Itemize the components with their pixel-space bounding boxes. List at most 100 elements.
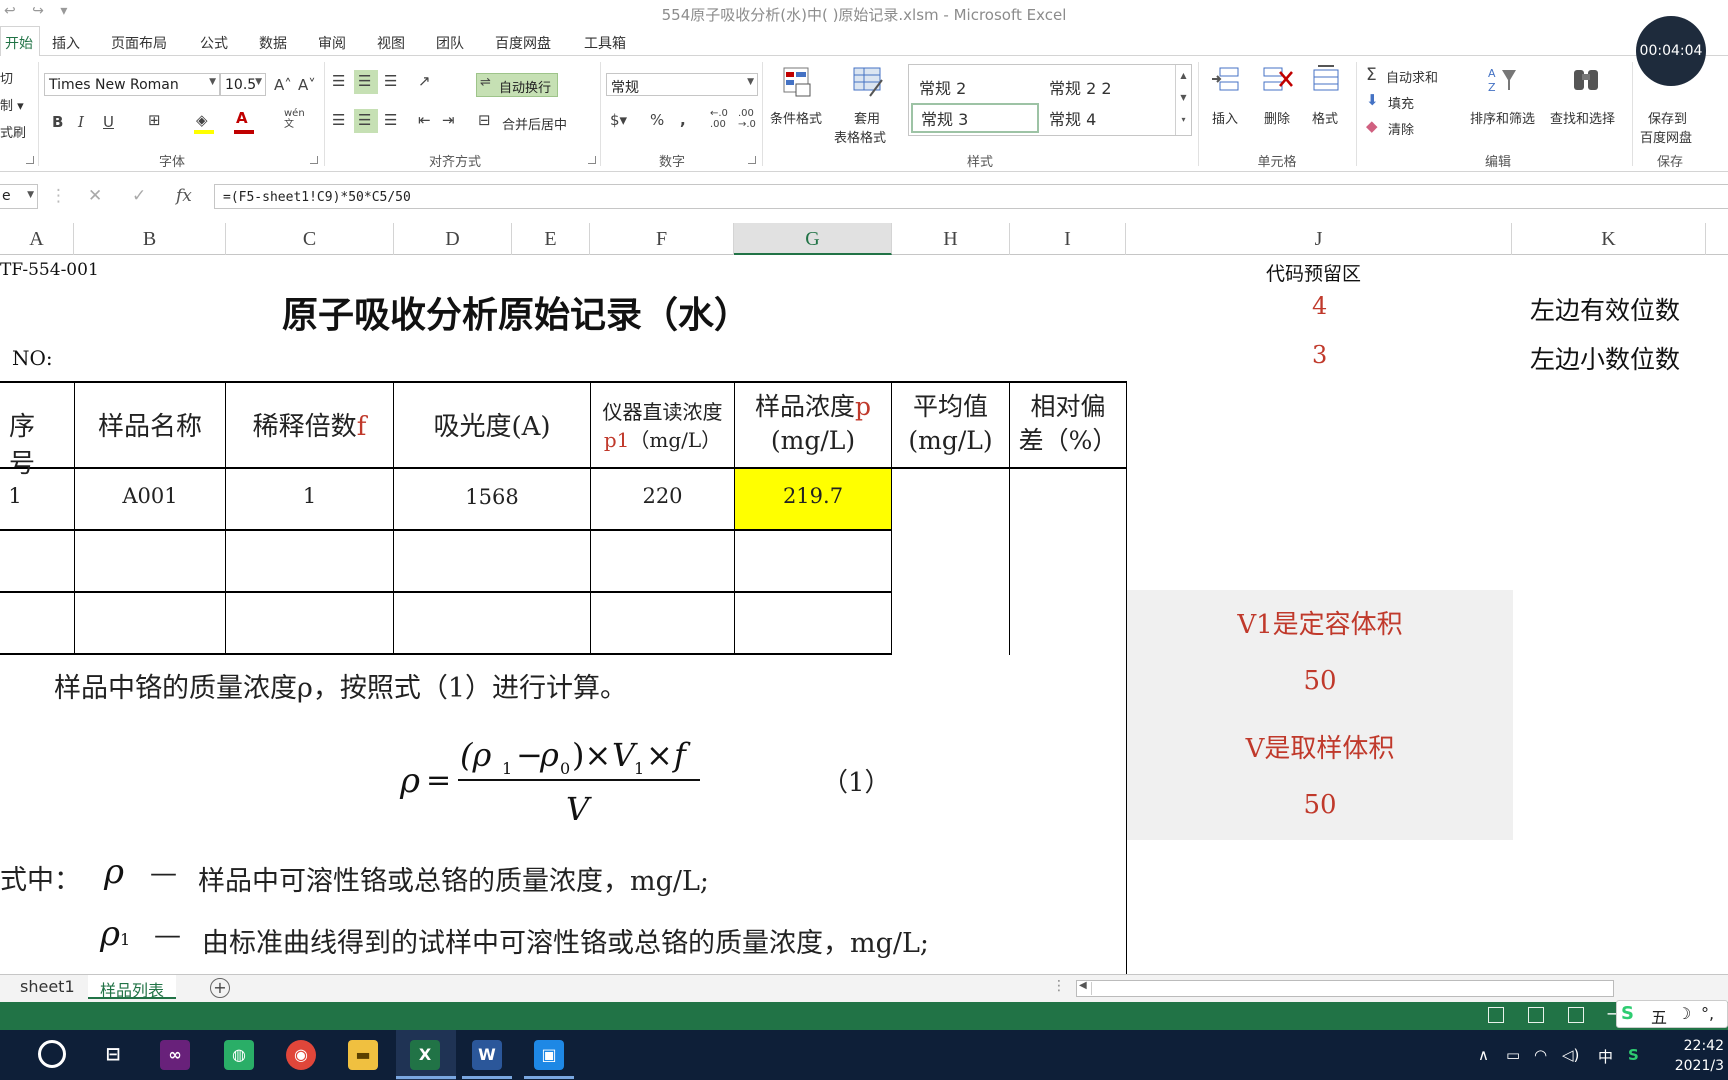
volume-icon[interactable]: ◁): [1562, 1046, 1579, 1064]
cut-button[interactable]: 切: [0, 68, 13, 87]
fill-button[interactable]: 填充: [1388, 93, 1414, 112]
col-header-i[interactable]: I: [1010, 223, 1126, 255]
cell-seq[interactable]: 1: [0, 484, 30, 508]
currency-icon[interactable]: $▾: [610, 111, 627, 129]
col-header-d[interactable]: D: [394, 223, 512, 255]
tab-toolbox[interactable]: 工具箱: [584, 33, 626, 53]
moon-icon[interactable]: ☽: [1677, 1004, 1691, 1023]
file-explorer-icon[interactable]: ▬: [348, 1040, 378, 1070]
clock[interactable]: 22:42 2021/3: [1675, 1036, 1724, 1076]
cell-dilution[interactable]: 1: [226, 484, 393, 508]
visual-studio-icon[interactable]: ∞: [160, 1040, 190, 1070]
task-view-icon[interactable]: ⊟: [98, 1040, 128, 1070]
tab-formulas[interactable]: 公式: [200, 33, 228, 53]
style-normal-3[interactable]: 常规 3: [911, 103, 1039, 133]
worksheet[interactable]: TF-554-001 代码预留区 原子吸收分析原始记录（水） 4 左边有效位数 …: [0, 256, 1728, 974]
scroll-left-icon[interactable]: ◀: [1079, 980, 1087, 991]
tab-review[interactable]: 审阅: [318, 33, 346, 53]
fill-color-icon[interactable]: ◈: [196, 111, 208, 129]
format-button[interactable]: 格式: [1312, 108, 1338, 127]
gallery-scroll[interactable]: ▲ ▼ ▾: [1175, 65, 1191, 135]
col-header-e[interactable]: E: [512, 223, 590, 255]
wechat-icon[interactable]: ◍: [224, 1040, 254, 1070]
number-format-select[interactable]: 常规 ▼: [606, 73, 758, 96]
format-painter-button[interactable]: 式刷: [0, 122, 26, 141]
style-normal-2[interactable]: 常规 2: [919, 75, 966, 99]
tray-chevron-icon[interactable]: ∧: [1478, 1046, 1489, 1064]
chrome-icon[interactable]: ◉: [286, 1040, 316, 1070]
percent-button[interactable]: %: [650, 111, 664, 129]
font-launcher-icon[interactable]: [310, 156, 318, 164]
tab-splitter-icon[interactable]: ⋮: [1052, 978, 1066, 994]
align-top-icon[interactable]: ☰: [332, 72, 345, 90]
ime-language[interactable]: 中: [1598, 1046, 1613, 1067]
recording-timer[interactable]: 00:04:04: [1636, 16, 1706, 86]
decrease-decimal-icon[interactable]: .00 →.0: [738, 108, 756, 130]
insert-function-icon[interactable]: fx: [176, 186, 192, 206]
tab-home[interactable]: 开始: [0, 26, 40, 57]
cell-conc[interactable]: 219.7: [735, 484, 891, 508]
sort-filter-button[interactable]: 排序和筛选: [1470, 108, 1535, 127]
shrink-font-icon[interactable]: A˅: [298, 76, 316, 94]
cell-direct[interactable]: 220: [591, 484, 734, 508]
decrease-indent-icon[interactable]: ⇤: [418, 111, 431, 129]
font-size-select[interactable]: 10.5 ▼: [220, 73, 266, 96]
ime-toolbar[interactable]: S 五 ☽ °,: [1616, 1000, 1728, 1028]
wifi-icon[interactable]: ◠: [1534, 1046, 1547, 1064]
style-normal-4[interactable]: 常规 4: [1049, 106, 1096, 130]
sheet-tab-sample-list[interactable]: 样品列表: [88, 975, 177, 1000]
excel-icon[interactable]: X: [410, 1040, 440, 1070]
align-right-icon[interactable]: ☰: [384, 111, 397, 129]
clipboard-launcher-icon[interactable]: [26, 156, 34, 164]
font-name-select[interactable]: Times New Roman ▼: [44, 73, 220, 96]
align-center-icon[interactable]: ☰: [358, 111, 371, 129]
style-normal-2-2[interactable]: 常规 2 2: [1049, 75, 1112, 99]
delete-button[interactable]: 删除: [1264, 108, 1290, 127]
add-sheet-icon[interactable]: +: [210, 978, 230, 998]
clear-button[interactable]: 清除: [1388, 119, 1414, 138]
number-launcher-icon[interactable]: [748, 156, 756, 164]
col-header-h[interactable]: H: [892, 223, 1010, 255]
col-header-b[interactable]: B: [74, 223, 226, 255]
sogou-icon[interactable]: S: [1628, 1046, 1639, 1064]
align-bottom-icon[interactable]: ☰: [384, 72, 397, 90]
col-header-a[interactable]: A: [0, 223, 74, 255]
formula-input[interactable]: =(F5-sheet1!C9)*50*C5/50: [214, 184, 1728, 209]
alignment-launcher-icon[interactable]: [588, 156, 596, 164]
col-header-f[interactable]: F: [590, 223, 734, 255]
bold-button[interactable]: B: [52, 113, 63, 131]
orientation-icon[interactable]: ↗: [418, 72, 431, 90]
battery-icon[interactable]: ▭: [1506, 1046, 1520, 1064]
grow-font-icon[interactable]: A˄: [274, 76, 292, 94]
cancel-icon[interactable]: ✕: [88, 186, 102, 206]
horizontal-scrollbar[interactable]: ◀: [1076, 980, 1614, 997]
cell-sample-name[interactable]: A001: [75, 484, 225, 508]
normal-view-icon[interactable]: [1488, 1007, 1504, 1023]
underline-button[interactable]: U: [103, 113, 114, 131]
conditional-format-button[interactable]: 条件格式: [770, 108, 822, 127]
ime-mode[interactable]: 五: [1651, 1004, 1667, 1028]
tab-team[interactable]: 团队: [436, 33, 464, 53]
cell-absorbance[interactable]: 1568: [394, 485, 590, 509]
phonetic-guide-icon[interactable]: wén 文: [284, 108, 305, 130]
col-header-k[interactable]: K: [1512, 223, 1706, 255]
align-middle-icon[interactable]: ☰: [358, 72, 371, 90]
align-left-icon[interactable]: ☰: [332, 111, 345, 129]
page-break-view-icon[interactable]: [1568, 1007, 1584, 1023]
find-select-button[interactable]: 查找和选择: [1550, 108, 1615, 127]
word-icon[interactable]: W: [472, 1040, 502, 1070]
comma-button[interactable]: ,: [680, 111, 686, 129]
border-icon[interactable]: ⊞: [148, 111, 161, 129]
save-to-netdisk-button[interactable]: 保存到: [1648, 108, 1687, 127]
enter-icon[interactable]: ✓: [132, 186, 146, 206]
punctuation-icon[interactable]: °,: [1701, 1004, 1714, 1023]
tab-view[interactable]: 视图: [377, 33, 405, 53]
col-header-c[interactable]: C: [226, 223, 394, 255]
table-format-label-2[interactable]: 表格格式: [834, 127, 886, 146]
increase-decimal-icon[interactable]: ←.0 .00: [710, 108, 728, 130]
sheet-tab-sheet1[interactable]: sheet1: [8, 975, 87, 999]
tab-baidu-netdisk[interactable]: 百度网盘: [495, 33, 551, 53]
video-recorder-icon[interactable]: ▣: [534, 1040, 564, 1070]
copy-button[interactable]: 制 ▾: [0, 95, 24, 114]
tab-data[interactable]: 数据: [259, 33, 287, 53]
